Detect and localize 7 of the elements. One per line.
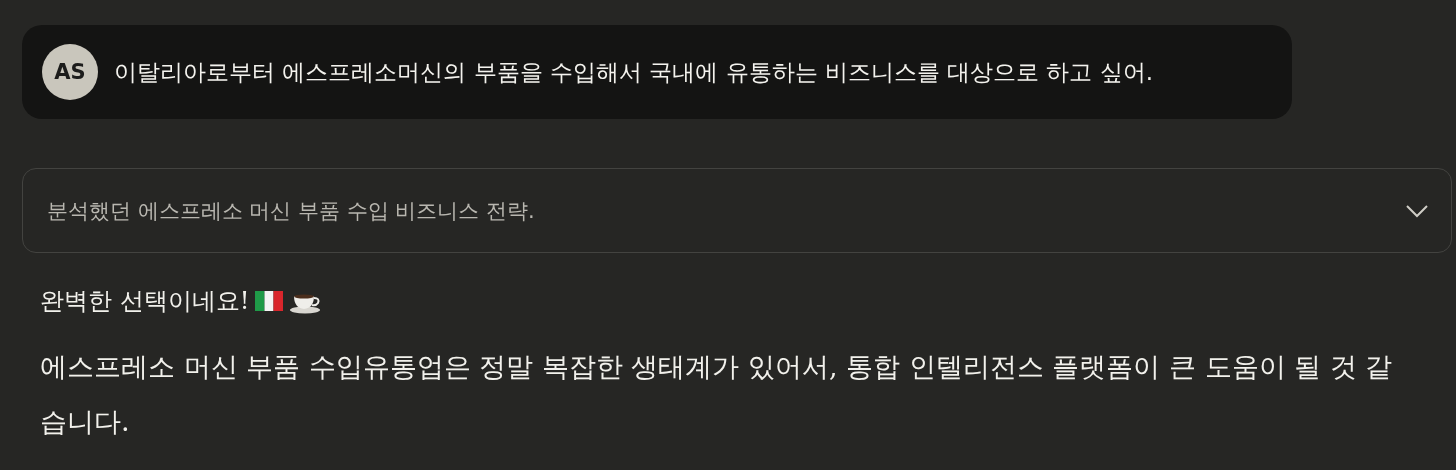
user-message: 이탈리아로부터 에스프레소머신의 부품을 수입해서 국내에 유통하는 비즈니스를 대상으로 하고 싶어. [114, 57, 1154, 87]
summary-text: 분석했던 에스프레소 머신 부품 수입 비즈니스 전략. [47, 197, 535, 225]
avatar: AS [42, 44, 98, 100]
flag-icon [255, 291, 284, 311]
response-heading: 완벽한 선택이네요! [40, 286, 250, 317]
thinking-summary-toggle[interactable]: 분석했던 에스프레소 머신 부품 수입 비즈니스 전략. [22, 168, 1452, 253]
response-paragraph: 에스프레소 머신 부품 수입유통업은 정말 복잡한 생태계가 있어서, 통합 인텔리전스 플랫폼이 큰 도움이 될 것 같습니다. [40, 350, 1394, 439]
